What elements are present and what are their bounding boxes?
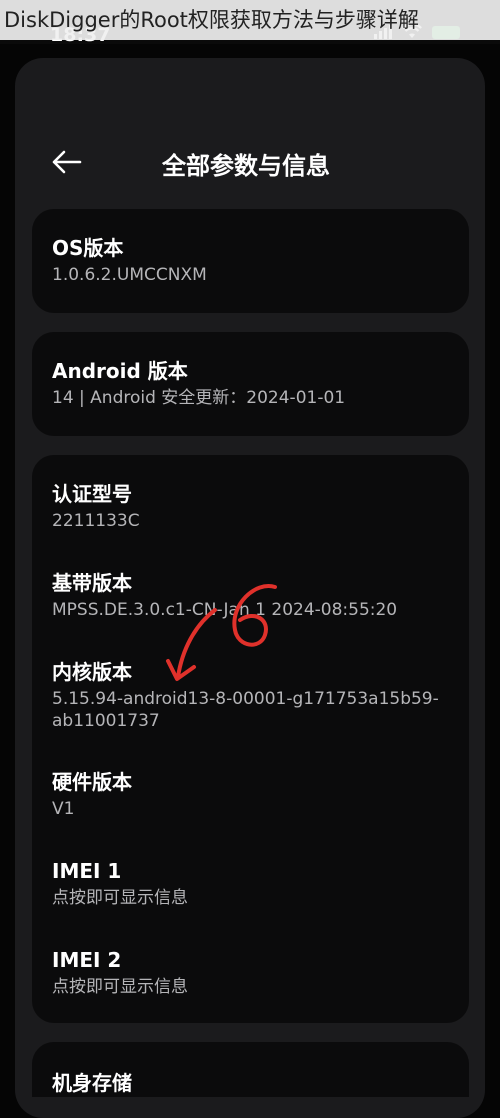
imei1-label: IMEI 1: [52, 859, 122, 883]
model-label: 认证型号: [52, 482, 132, 506]
os-version-card[interactable]: OS版本 1.0.6.2.UMCCNXM: [32, 209, 469, 313]
device-details-card: 认证型号 2211133C 基带版本 MPSS.DE.3.0.c1-CN-Jan…: [32, 455, 469, 1023]
hardware-label: 硬件版本: [52, 770, 132, 794]
imei1-item[interactable]: IMEI 1 点按即可显示信息: [52, 857, 449, 909]
page-title: 全部参数与信息: [162, 152, 330, 180]
os-version-item: OS版本 1.0.6.2.UMCCNXM: [52, 234, 449, 286]
model-value: 2211133C: [52, 511, 140, 531]
android-version-item: Android 版本 14 | Android 安全更新：2024-01-01: [52, 357, 449, 409]
handwritten-annotation: [166, 584, 277, 681]
android-version-value: 14 | Android 安全更新：2024-01-01: [52, 388, 346, 408]
imei2-label: IMEI 2: [52, 948, 122, 972]
os-version-value: 1.0.6.2.UMCCNXM: [52, 265, 207, 285]
storage-card[interactable]: 机身存储: [32, 1042, 469, 1097]
back-arrow-icon[interactable]: [50, 148, 82, 176]
storage-item: 机身存储: [52, 1069, 449, 1097]
android-version-label: Android 版本: [52, 359, 188, 383]
page-header: 全部参数与信息: [0, 140, 500, 184]
imei1-value: 点按即可显示信息: [52, 888, 188, 908]
imei2-item[interactable]: IMEI 2 点按即可显示信息: [52, 946, 449, 998]
hardware-value: V1: [52, 799, 75, 819]
storage-label: 机身存储: [52, 1071, 132, 1095]
os-version-label: OS版本: [52, 236, 124, 260]
watermark-banner: DiskDigger的Root权限获取方法与步骤详解: [0, 0, 500, 40]
android-version-card[interactable]: Android 版本 14 | Android 安全更新：2024-01-01: [32, 332, 469, 436]
model-item[interactable]: 认证型号 2211133C: [52, 480, 449, 532]
imei2-value: 点按即可显示信息: [52, 977, 188, 997]
hardware-item[interactable]: 硬件版本 V1: [52, 768, 449, 820]
